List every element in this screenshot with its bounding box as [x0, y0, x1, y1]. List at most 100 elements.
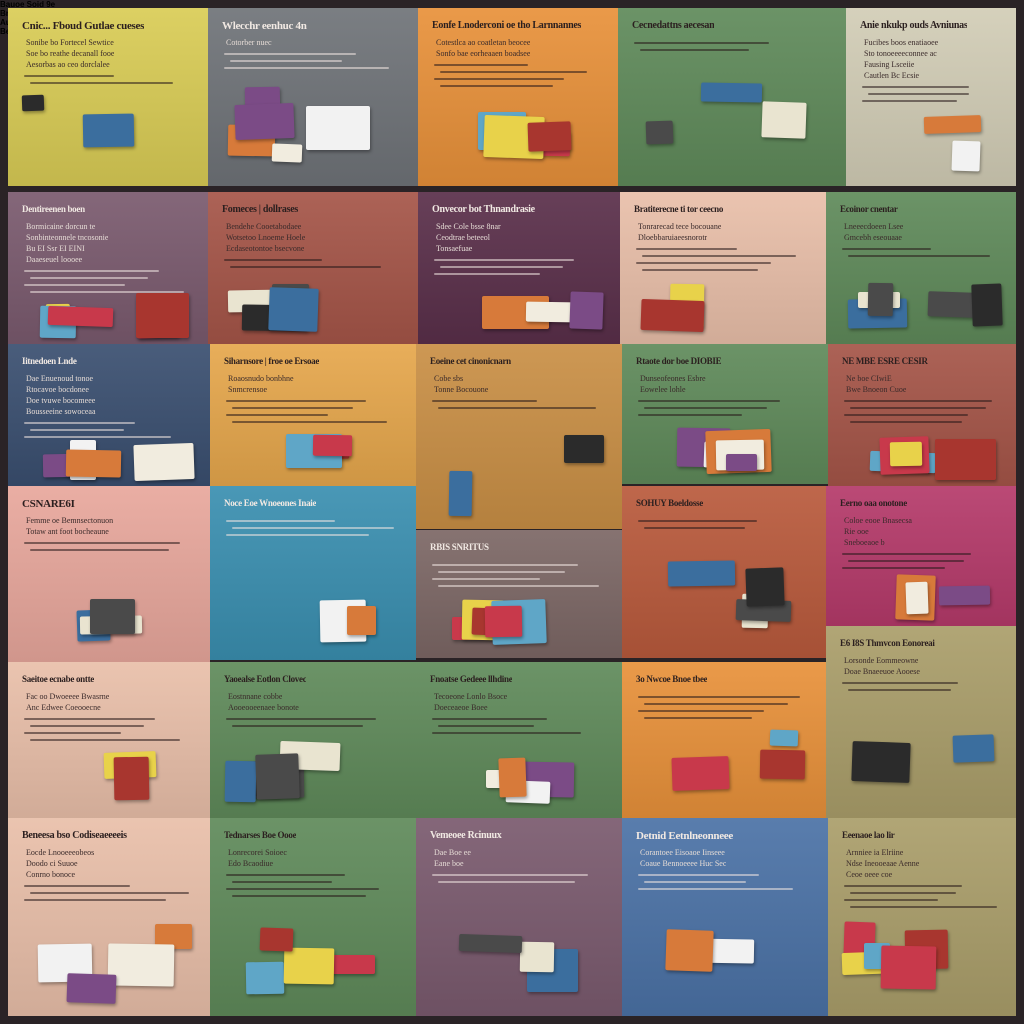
poster-panel: Vemeoee Rcinuux Dae Boe ee Eane boe [416, 818, 622, 1016]
text-line [842, 248, 931, 250]
image-card [927, 291, 976, 318]
poster-body-text: Cotestlca ao coatletan beocee [436, 38, 531, 47]
poster-body-text: Aesorbas ao ceo dorclalee [26, 60, 110, 69]
poster-body-text: Sonfo bae eorheaaen boadsee [436, 49, 531, 58]
poster-body-text: Dae Enuenoud tonoe [26, 374, 94, 383]
text-line [842, 567, 945, 569]
poster-body-text: Ne boe CIwiE [846, 374, 892, 383]
poster-body-text: Daaeseuel loooee [26, 255, 83, 264]
poster-body-text: Bousseeine sowoceaa [26, 407, 96, 416]
image-card [312, 434, 353, 457]
image-card [271, 143, 303, 163]
poster-body-text: Cautlen Bc Ecsie [864, 71, 920, 80]
text-line [224, 67, 389, 69]
poster-panel: Detnid Eetnlneonneee Corantoee Eisoaoe Ii… [622, 818, 828, 1016]
text-line [30, 739, 180, 741]
text-line [232, 725, 363, 727]
poster-title: Anie nkukp ouds Avniunas [860, 20, 968, 31]
poster-body-text: Ceoe oeee coe [846, 870, 893, 879]
text-line [636, 248, 737, 250]
poster-title: SOHUY Boeldosse [636, 498, 703, 508]
text-line [232, 895, 366, 897]
poster-panel: E6 I8S Thmvcon Eonoreai Lorsonde Eommeown… [826, 626, 1016, 818]
poster-body-text: Sneboeaoe b [844, 538, 885, 547]
text-line [232, 407, 353, 409]
text-line [226, 874, 345, 876]
poster-body-text: Gmcebh eseouaae [844, 233, 902, 242]
poster-panel: Fnoatse Gedeee llhdine Tecoeone Lonlo Bso… [416, 662, 622, 818]
poster-body-text: Bormicaine dorcun te [26, 222, 96, 231]
poster-body-text: Eocde Lnooeeeobeos [26, 848, 95, 857]
poster-panel: Eerno oaa onotone Coloe eooe Bnasecsa Rie … [826, 486, 1016, 626]
text-line [848, 560, 964, 562]
poster-panel: Eeenaoe lao lir Arnniee ia Elriine Ndse In… [828, 818, 1016, 1016]
poster-body-text: Conrno bonoce [26, 870, 76, 879]
poster-title: CSNARE6I [22, 498, 75, 510]
poster-body-text: Tonne Bocouone [434, 385, 489, 394]
text-line [434, 259, 574, 261]
text-line [850, 421, 962, 423]
poster-body-text: Bendehe Cooetabodaee [226, 222, 302, 231]
poster-body-text: Doodo ci Suuoe [26, 859, 78, 868]
image-card [234, 102, 295, 141]
image-card [952, 734, 995, 763]
text-line [24, 436, 171, 438]
image-card [133, 442, 195, 482]
text-line [24, 284, 125, 286]
poster-body-text: Ndse Ineooeaae Aenne [846, 859, 920, 868]
image-card [564, 435, 604, 463]
text-line [644, 703, 788, 705]
image-card [761, 101, 807, 139]
poster-title: Yaoealse Eotlon Clovec [224, 674, 307, 684]
poster-title: Detnid Eetnlneonneee [636, 830, 733, 842]
poster-body-text: Lorsonde Eommeowne [844, 656, 919, 665]
image-card [923, 115, 982, 134]
poster-body-text: Cotorber nuec [226, 38, 272, 47]
text-line [636, 262, 771, 264]
poster-panel: Fomeces | dollrases Bendehe Cooetabodaee W… [208, 192, 418, 344]
poster-panel: CSNARE6I Femme oe Bemnsectonuon Totaw ant … [8, 486, 210, 662]
poster-title: Noce Eoe Wnoeones Inaie [224, 498, 317, 508]
poster-body-text: Totaw ant foot bocheaune [26, 527, 109, 536]
text-line [24, 718, 155, 720]
image-card [527, 121, 572, 152]
image-card [519, 941, 555, 973]
image-card [65, 449, 122, 478]
image-card [951, 140, 981, 172]
image-card [971, 283, 1003, 327]
poster-body-text: Arnniee ia Elriine [846, 848, 904, 857]
poster-body-text: Fausing Lsceiie [864, 60, 915, 69]
poster-panel: Cnic... Fboud Gutlae cueses Sonibe bo For… [8, 8, 208, 186]
text-line [224, 259, 322, 261]
text-line [432, 732, 581, 734]
text-line [438, 725, 534, 727]
text-line [844, 414, 968, 416]
poster-body-text: Doae Bnaeeuoe Aooese [844, 667, 920, 676]
poster-panel: Beneesa bso Codiseaeeeeis Eocde Lnooeeeob… [8, 818, 210, 1016]
poster-body-text: Soe bo reathe decanall fooe [26, 49, 115, 58]
poster-panel: Tednarses Boe Oooe Lonrecorei Soioec Edo B… [210, 818, 416, 1016]
poster-panel: Yaoealse Eotlon Clovec Eostnnane cobbe Aoo… [210, 662, 416, 818]
text-line [638, 400, 780, 402]
text-line [642, 255, 796, 257]
poster-body-text: Coloe eooe Bnasecsa [844, 516, 912, 525]
image-card [640, 298, 705, 333]
text-line [642, 269, 758, 271]
text-line [644, 527, 745, 529]
poster-body-text: Eostnnane cobbe [228, 692, 283, 701]
poster-title: Ecoinor cnentar [840, 204, 898, 214]
text-line [24, 75, 114, 77]
poster-panel: Ecoinor cnentar Lneeecdoeen Lsee Gmcebh es… [826, 192, 1016, 344]
poster-body-text: Fucibes boos enatiaoee [864, 38, 939, 47]
image-card [525, 301, 577, 323]
poster-title: E6 I8S Thmvcon Eonoreai [840, 638, 935, 648]
collage: Cnic... Fboud Gutlae cueses Sonibe bo For… [0, 0, 1024, 1024]
image-card [107, 943, 175, 987]
poster-title: Dentireenen boen [22, 204, 85, 214]
text-line [432, 874, 588, 876]
image-card [306, 106, 370, 150]
image-card [113, 756, 150, 801]
poster-body-text: Anc Edwee Coeooecne [26, 703, 101, 712]
text-line [644, 881, 746, 883]
text-line [844, 885, 962, 887]
